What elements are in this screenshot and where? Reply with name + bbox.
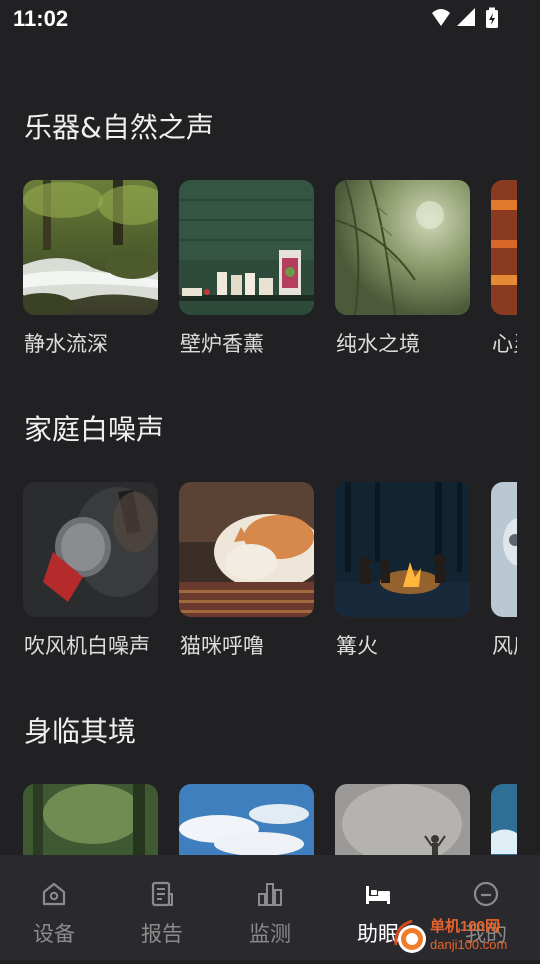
status-icons bbox=[432, 7, 498, 28]
tab-label: 监测 bbox=[249, 922, 291, 946]
sound-card[interactable] bbox=[179, 784, 314, 855]
home-icon bbox=[42, 882, 66, 906]
pine-branches-thumbnail[interactable] bbox=[335, 180, 470, 315]
card-label: 心灵 bbox=[492, 332, 517, 356]
card-label: 壁炉香薰 bbox=[180, 332, 264, 356]
wifi-icon bbox=[432, 9, 450, 26]
candles-shelf-thumbnail[interactable] bbox=[179, 180, 314, 315]
tab-device[interactable]: 设备 bbox=[0, 855, 108, 960]
watermark-logo: 单机100网 danji100.com bbox=[390, 915, 540, 960]
hair-dryer-thumbnail[interactable] bbox=[23, 482, 158, 617]
section-title: 乐器&自然之声 bbox=[24, 111, 214, 144]
tab-label: 报告 bbox=[141, 922, 183, 946]
report-icon bbox=[151, 881, 173, 907]
card-row[interactable] bbox=[23, 784, 517, 855]
card-label: 静水流深 bbox=[24, 332, 108, 356]
status-time: 11:02 bbox=[13, 6, 69, 31]
sound-card[interactable]: 静水流深 bbox=[23, 180, 158, 356]
bed-icon bbox=[366, 886, 390, 904]
tab-monitor[interactable]: 监测 bbox=[216, 855, 324, 960]
misty-forest-thumbnail[interactable] bbox=[23, 784, 158, 855]
card-row[interactable]: 吹风机白噪声 猫咪呼噜 篝火 风 bbox=[23, 482, 517, 662]
tab-label: 设备 bbox=[33, 922, 75, 946]
sound-card[interactable]: 壁炉香薰 bbox=[179, 180, 314, 356]
card-row[interactable]: 静水流深 壁炉香薰 纯水之境 心 bbox=[23, 180, 517, 360]
sound-card[interactable]: 风扇 bbox=[491, 482, 517, 658]
watermark-icon bbox=[394, 919, 426, 953]
sound-card[interactable] bbox=[491, 784, 517, 855]
sound-card[interactable]: 篝火 bbox=[335, 482, 470, 658]
section-title: 家庭白噪声 bbox=[24, 413, 165, 446]
card-label: 吹风机白噪声 bbox=[24, 634, 150, 658]
card-label: 猫咪呼噜 bbox=[180, 634, 264, 658]
blue-sky-thumbnail[interactable] bbox=[179, 784, 314, 855]
sound-card[interactable] bbox=[335, 784, 470, 855]
fan-thumbnail[interactable] bbox=[491, 482, 517, 617]
content-scroll-area[interactable]: 乐器&自然之声 静水流深 壁炉香薰 纯水之境 心 家庭白噪声 吹风机白噪声 猫咪… bbox=[0, 38, 540, 855]
sound-card[interactable]: 纯水之境 bbox=[335, 180, 470, 356]
status-bar: 11:02 bbox=[0, 0, 540, 38]
signal-icon bbox=[457, 8, 475, 26]
foggy-figure-thumbnail[interactable] bbox=[335, 784, 470, 855]
card-label: 篝火 bbox=[336, 634, 378, 658]
ocean-waves-thumbnail[interactable] bbox=[491, 784, 517, 855]
section-title: 身临其境 bbox=[24, 715, 137, 748]
sleeping-cat-thumbnail[interactable] bbox=[179, 482, 314, 617]
watermark-title: 单机100网 bbox=[430, 918, 501, 935]
sound-card[interactable] bbox=[23, 784, 158, 855]
battery-charging-icon bbox=[486, 7, 498, 28]
forest-stream-thumbnail[interactable] bbox=[23, 180, 158, 315]
profile-icon bbox=[473, 881, 499, 907]
sound-card[interactable]: 吹风机白噪声 bbox=[23, 482, 158, 658]
campfire-night-thumbnail[interactable] bbox=[335, 482, 470, 617]
card-label: 风扇 bbox=[492, 634, 517, 658]
sound-card[interactable]: 猫咪呼噜 bbox=[179, 482, 314, 658]
tab-report[interactable]: 报告 bbox=[108, 855, 216, 960]
sound-card[interactable]: 心灵 bbox=[491, 180, 517, 356]
watermark-url: danji100.com bbox=[430, 937, 508, 952]
warm-lights-thumbnail[interactable] bbox=[491, 180, 517, 315]
bar-chart-icon bbox=[258, 883, 282, 906]
card-label: 纯水之境 bbox=[336, 332, 420, 356]
